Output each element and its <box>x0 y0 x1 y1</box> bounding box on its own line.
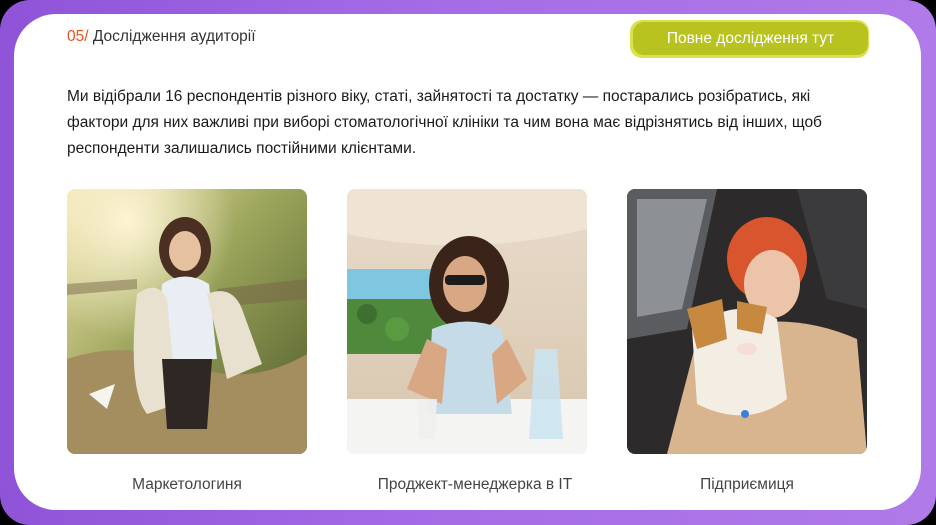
outer-frame: 05/ Дослідження аудиторії Повне дослідже… <box>0 0 936 525</box>
persona-photo-marketer <box>67 189 307 454</box>
persona-photo-project-manager <box>347 189 587 454</box>
section-heading: 05/ Дослідження аудиторії <box>67 28 256 46</box>
cta-button-glow: Повне дослідження тут <box>630 20 869 58</box>
persona-caption: Маркетологиня <box>132 476 242 493</box>
persona-caption: Підприємиця <box>700 476 794 493</box>
woman-in-park-image <box>67 189 307 454</box>
content-card: 05/ Дослідження аудиторії Повне дослідже… <box>14 14 921 510</box>
woman-with-dog-in-car-image <box>627 189 867 454</box>
section-number: 05/ <box>67 28 89 45</box>
woman-in-sunglasses-cafe-image <box>347 189 587 454</box>
persona-caption: Проджект-менеджерка в IT <box>377 476 573 493</box>
persona-photo-entrepreneur <box>627 189 867 454</box>
full-research-button[interactable]: Повне дослідження тут <box>633 22 868 55</box>
section-title: Дослідження аудиторії <box>92 28 256 45</box>
intro-paragraph: Ми відібрали 16 респондентів різного вік… <box>67 88 822 157</box>
